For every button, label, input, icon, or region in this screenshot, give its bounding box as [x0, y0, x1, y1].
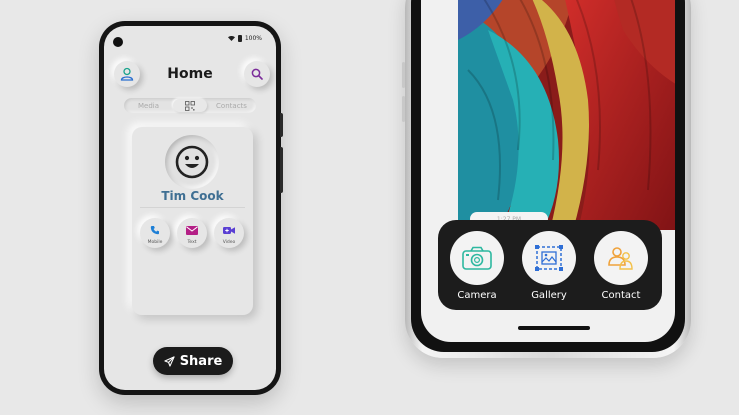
video-icon — [223, 226, 235, 234]
text-button[interactable]: Text — [177, 218, 207, 248]
gallery-option[interactable] — [522, 231, 576, 285]
video-call-button[interactable]: Video — [214, 218, 244, 248]
search-icon — [251, 68, 263, 80]
left-phone-screen: 100% Home Media Contacts Tim Cook Mobile… — [104, 26, 276, 390]
contact-name: Tim Cook — [161, 189, 224, 203]
mobile-call-button[interactable]: Mobile — [140, 218, 170, 248]
contact-card: Tim Cook Mobile Text Video — [132, 127, 253, 315]
contact-icon — [608, 247, 633, 270]
camera-option[interactable] — [450, 231, 504, 285]
right-phone-side-button — [402, 62, 405, 88]
text-label: Text — [187, 240, 197, 245]
camera-label: Camera — [457, 290, 497, 301]
front-camera — [113, 37, 123, 47]
parrot-photo — [458, 0, 675, 230]
mobile-label: Mobile — [147, 240, 163, 245]
showcase-stage: 100% Home Media Contacts Tim Cook Mobile… — [0, 0, 739, 415]
tab-media[interactable]: Media — [124, 102, 173, 110]
qr-code-icon — [185, 100, 195, 111]
tab-contacts[interactable]: Contacts — [207, 102, 256, 110]
smiley-face-icon — [175, 145, 209, 179]
contact-option[interactable] — [594, 231, 648, 285]
share-options-panel: Camera Gallery Contact — [438, 220, 662, 310]
camera-icon — [462, 246, 492, 270]
phone-volume-button — [280, 147, 283, 193]
contact-label: Contact — [601, 290, 641, 301]
mail-icon — [186, 225, 198, 235]
video-label: Video — [222, 240, 236, 245]
send-icon — [164, 355, 175, 367]
tab-bar: Media Contacts — [124, 98, 256, 113]
phone-side-button — [280, 113, 283, 137]
right-phone-volume-button — [402, 96, 405, 122]
battery-text: 100% — [244, 35, 262, 42]
card-divider — [140, 207, 245, 208]
avatar — [165, 135, 219, 189]
tab-qr-code[interactable] — [173, 99, 207, 112]
status-bar: 100% — [227, 35, 262, 42]
gallery-label: Gallery — [531, 290, 567, 301]
home-indicator — [518, 326, 590, 330]
battery-icon — [237, 35, 242, 42]
parrot-feathers-image — [458, 0, 675, 230]
left-phone: 100% Home Media Contacts Tim Cook Mobile… — [99, 21, 283, 395]
wifi-icon — [227, 36, 235, 41]
gallery-icon — [535, 245, 563, 271]
share-label: Share — [179, 353, 223, 369]
share-button[interactable]: Share — [153, 347, 233, 375]
phone-icon — [150, 226, 159, 235]
search-button[interactable] — [244, 61, 270, 87]
